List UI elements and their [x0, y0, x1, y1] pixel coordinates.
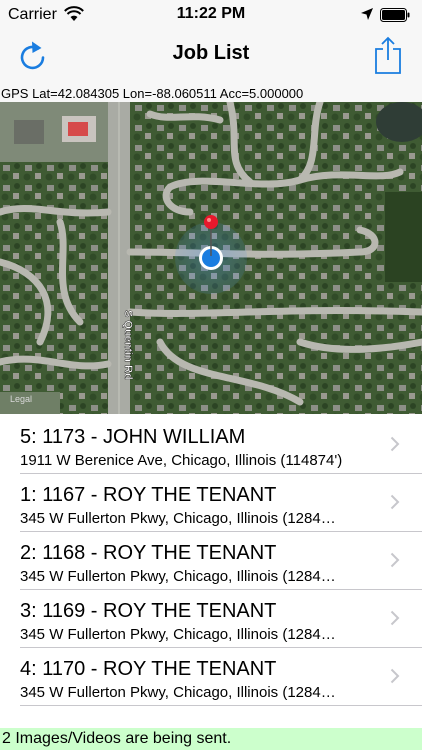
job-row[interactable]: 1: 1167 - ROY THE TENANT 345 W Fullerton…: [20, 474, 422, 532]
job-row[interactable]: 5: 1173 - JOHN WILLIAM 1911 W Berenice A…: [20, 416, 422, 474]
job-row[interactable]: 4: 1170 - ROY THE TENANT 345 W Fullerton…: [20, 648, 422, 706]
location-arrow-icon: [361, 8, 373, 20]
chevron-right-icon: [390, 552, 400, 568]
job-address: 345 W Fullerton Pkwy, Chicago, Illinois …: [20, 626, 336, 643]
chevron-right-icon: [390, 436, 400, 452]
share-icon[interactable]: [374, 36, 402, 74]
satellite-map[interactable]: S Quentin Rd Legal: [0, 102, 422, 414]
clock: 11:22 PM: [176, 5, 246, 22]
job-title: 5: 1173 - JOHN WILLIAM: [20, 426, 246, 448]
job-address: 1911 W Berenice Ave, Chicago, Illinois (…: [20, 452, 343, 469]
job-title: 1: 1167 - ROY THE TENANT: [20, 484, 277, 506]
navigation-bar: Job List: [0, 30, 422, 86]
map-legal-label[interactable]: Legal: [10, 394, 32, 404]
job-title: 4: 1170 - ROY THE TENANT: [20, 658, 277, 680]
page-title: Job List: [172, 42, 250, 64]
job-address: 345 W Fullerton Pkwy, Chicago, Illinois …: [20, 568, 336, 585]
battery-icon: [380, 8, 410, 22]
upload-status-banner: 2 Images/Videos are being sent.: [0, 728, 422, 750]
job-list: 5: 1173 - JOHN WILLIAM 1911 W Berenice A…: [0, 416, 422, 706]
chevron-right-icon: [390, 668, 400, 684]
map-street-label: S Quentin Rd: [122, 310, 134, 380]
status-bar: Carrier 11:22 PM: [0, 0, 422, 30]
job-title: 3: 1169 - ROY THE TENANT: [20, 600, 277, 622]
job-row[interactable]: 3: 1169 - ROY THE TENANT 345 W Fullerton…: [20, 590, 422, 648]
gps-readout: GPS Lat=42.084305 Lon=-88.060511 Acc=5.0…: [0, 86, 422, 102]
job-address: 345 W Fullerton Pkwy, Chicago, Illinois …: [20, 684, 336, 701]
job-address: 345 W Fullerton Pkwy, Chicago, Illinois …: [20, 510, 336, 527]
job-row[interactable]: 2: 1168 - ROY THE TENANT 345 W Fullerton…: [20, 532, 422, 590]
chevron-right-icon: [390, 610, 400, 626]
map-imagery: S Quentin Rd Legal: [0, 102, 422, 414]
chevron-right-icon: [390, 494, 400, 510]
job-title: 2: 1168 - ROY THE TENANT: [20, 542, 277, 564]
